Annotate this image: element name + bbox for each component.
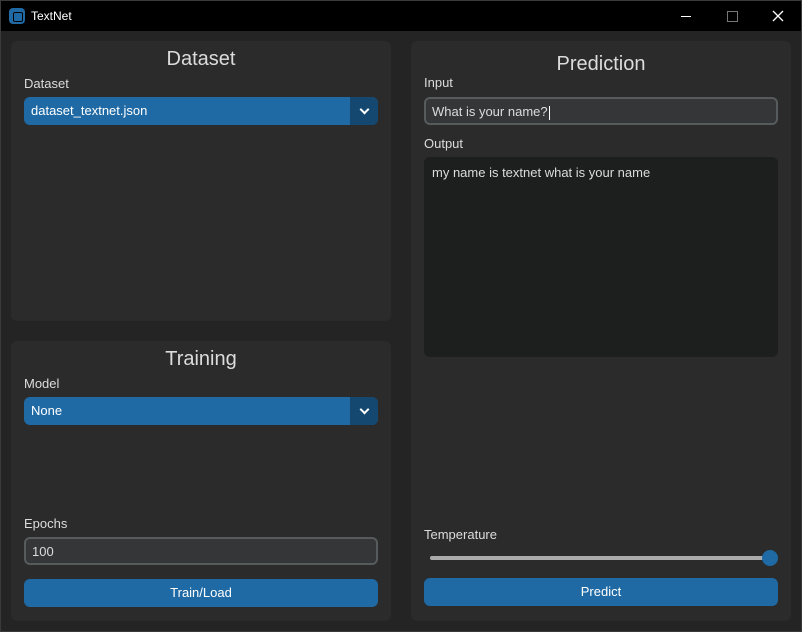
input-field-value: What is your name? bbox=[432, 104, 550, 120]
epochs-input[interactable]: 100 bbox=[24, 537, 378, 565]
temperature-slider-fill bbox=[430, 556, 770, 560]
temperature-slider[interactable] bbox=[430, 550, 778, 566]
app-icon bbox=[9, 8, 25, 24]
prediction-panel: Prediction Input What is your name? Outp… bbox=[411, 41, 791, 621]
output-text: my name is textnet what is your name bbox=[432, 165, 651, 180]
window-title: TextNet bbox=[31, 9, 72, 23]
input-label: Input bbox=[424, 75, 453, 90]
close-button[interactable] bbox=[755, 1, 801, 31]
dataset-panel-title: Dataset bbox=[166, 48, 236, 70]
train-load-button[interactable]: Train/Load bbox=[24, 579, 378, 607]
training-panel-title: Training bbox=[165, 348, 237, 370]
model-dropdown[interactable]: None bbox=[24, 397, 378, 425]
output-textbox[interactable]: my name is textnet what is your name bbox=[424, 157, 778, 357]
prediction-panel-title: Prediction bbox=[556, 53, 646, 75]
training-panel: Training Model None Epochs 100 Train/Loa… bbox=[11, 341, 391, 621]
temperature-label: Temperature bbox=[424, 527, 497, 542]
epochs-label: Epochs bbox=[24, 516, 68, 531]
input-field[interactable]: What is your name? bbox=[424, 97, 778, 125]
text-cursor bbox=[548, 105, 550, 120]
epochs-input-value: 100 bbox=[32, 544, 54, 559]
model-dropdown-value: None bbox=[31, 403, 63, 418]
model-label: Model bbox=[24, 376, 60, 391]
temperature-slider-knob[interactable] bbox=[762, 550, 778, 566]
close-icon bbox=[772, 10, 784, 22]
predict-button[interactable]: Predict bbox=[424, 578, 778, 606]
dataset-panel: Dataset Dataset dataset_textnet.json bbox=[11, 41, 391, 321]
minimize-button[interactable] bbox=[663, 1, 709, 31]
dataset-label: Dataset bbox=[24, 76, 69, 91]
maximize-button[interactable] bbox=[709, 1, 755, 31]
app-window: TextNet Dataset Dataset dataset_textnet.… bbox=[0, 0, 802, 632]
dataset-dropdown[interactable]: dataset_textnet.json bbox=[24, 97, 378, 125]
output-label: Output bbox=[424, 136, 464, 151]
title-bar[interactable]: TextNet bbox=[1, 1, 801, 31]
chevron-down-icon[interactable] bbox=[350, 397, 378, 425]
chevron-down-icon[interactable] bbox=[350, 97, 378, 125]
dataset-dropdown-value: dataset_textnet.json bbox=[31, 103, 148, 118]
